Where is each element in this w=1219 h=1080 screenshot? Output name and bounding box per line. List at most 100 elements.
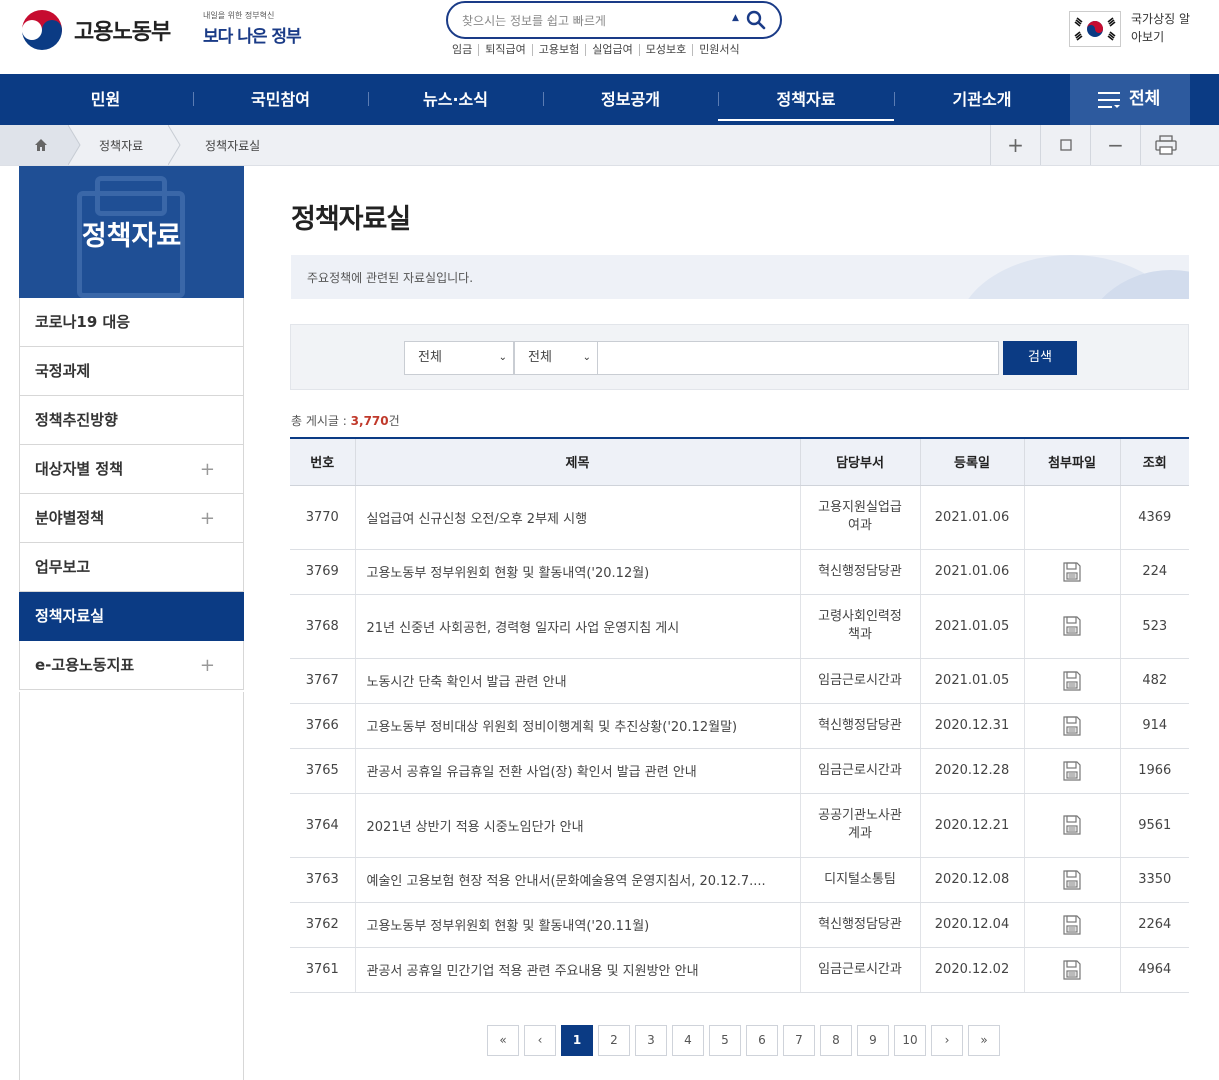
nav-item-info-disclosure[interactable]: 정보공개 bbox=[543, 74, 718, 125]
nav-item-civil-petition[interactable]: 민원 bbox=[18, 74, 193, 125]
page-button-5[interactable]: 5 bbox=[709, 1025, 741, 1056]
ministry-logo[interactable]: 고용노동부 bbox=[18, 6, 171, 54]
nav-item-news[interactable]: 뉴스·소식 bbox=[368, 74, 543, 125]
file-download-icon[interactable] bbox=[1062, 959, 1082, 980]
zoom-in-button[interactable]: + bbox=[990, 125, 1040, 165]
cell-title-link[interactable]: 2021년 상반기 적용 시중노임단가 안내 bbox=[355, 793, 801, 858]
search-field-select[interactable]: 전체 ⌄ bbox=[514, 341, 598, 375]
file-download-icon[interactable] bbox=[1062, 715, 1082, 736]
quick-links: 임금 퇴직급여 고용보험 실업급여 모성보호 민원서식 bbox=[452, 44, 746, 56]
sidebar-item-policy-archive[interactable]: 정책자료실 bbox=[19, 592, 244, 641]
cell-attachment[interactable] bbox=[1024, 703, 1121, 749]
cell-attachment[interactable] bbox=[1024, 857, 1121, 903]
cell-title-link[interactable]: 관공서 공휴일 민간기업 적용 관련 주요내용 및 지원방안 안내 bbox=[355, 947, 801, 993]
page-button-6[interactable]: 6 bbox=[746, 1025, 778, 1056]
cell-attachment[interactable] bbox=[1024, 658, 1121, 704]
search-dropdown-icon[interactable]: ▲ bbox=[732, 13, 739, 23]
nav-item-participation[interactable]: 국민참여 bbox=[193, 74, 368, 125]
file-download-icon[interactable] bbox=[1062, 561, 1082, 582]
zoom-out-button[interactable]: − bbox=[1090, 125, 1140, 165]
page-button-3[interactable]: 3 bbox=[635, 1025, 667, 1056]
sidebar-item-e-labor-index[interactable]: e-고용노동지표 + bbox=[19, 641, 244, 690]
sidebar-item-field-policy[interactable]: 분야별정책 + bbox=[19, 494, 244, 543]
sidebar-item-target-policy[interactable]: 대상자별 정책 + bbox=[19, 445, 244, 494]
cell-title-link[interactable]: 노동시간 단축 확인서 발급 관련 안내 bbox=[355, 658, 801, 704]
table-row[interactable]: 3769 고용노동부 정부위원회 현황 및 활동내역('20.12월) 혁신행정담당… bbox=[290, 549, 1189, 595]
breadcrumb-item-policy[interactable]: 정책자료 bbox=[99, 137, 143, 154]
table-row[interactable]: 3762 고용노동부 정부위원회 현황 및 활동내역('20.11월) 혁신행정담당… bbox=[290, 902, 1189, 948]
quick-link-wage[interactable]: 임금 bbox=[452, 44, 478, 56]
first-page-button[interactable]: « bbox=[487, 1025, 519, 1056]
quick-link-severance[interactable]: 퇴직급여 bbox=[478, 44, 531, 56]
global-search-input[interactable] bbox=[462, 11, 722, 31]
cell-dept: 임금근로시간과 bbox=[800, 947, 921, 993]
table-row[interactable]: 3770 실업급여 신규신청 오전/오후 2부제 시행 고용지원실업급여과 2021.… bbox=[290, 485, 1189, 550]
last-page-button[interactable]: » bbox=[968, 1025, 1000, 1056]
table-row[interactable]: 3768 21년 신중년 사회공헌, 경력형 일자리 사업 운영지침 게시 고령사회… bbox=[290, 594, 1189, 659]
national-symbol-link[interactable]: 국가상징 알아보기 bbox=[1131, 10, 1191, 46]
page-button-1[interactable]: 1 bbox=[561, 1025, 593, 1056]
taegukgi-icon bbox=[1070, 12, 1120, 46]
search-button[interactable]: 검색 bbox=[1003, 341, 1077, 375]
expand-plus-icon[interactable]: + bbox=[200, 641, 215, 690]
file-download-icon[interactable] bbox=[1062, 670, 1082, 691]
file-download-icon[interactable] bbox=[1062, 914, 1082, 935]
page-button-7[interactable]: 7 bbox=[783, 1025, 815, 1056]
table-row[interactable]: 3761 관공서 공휴일 민간기업 적용 관련 주요내용 및 지원방안 안내 임금근… bbox=[290, 947, 1189, 993]
cell-title-link[interactable]: 실업급여 신규신청 오전/오후 2부제 시행 bbox=[355, 485, 801, 550]
expand-plus-icon[interactable]: + bbox=[200, 494, 215, 543]
page-button-8[interactable]: 8 bbox=[820, 1025, 852, 1056]
zoom-reset-button[interactable] bbox=[1040, 125, 1090, 165]
cell-attachment[interactable] bbox=[1024, 594, 1121, 659]
search-scope-select[interactable]: 전체 ⌄ bbox=[404, 341, 514, 375]
print-button[interactable] bbox=[1140, 125, 1190, 165]
search-icon[interactable] bbox=[746, 10, 766, 30]
page-button-4[interactable]: 4 bbox=[672, 1025, 704, 1056]
sidebar-item-national-tasks[interactable]: 국정과제 bbox=[19, 347, 244, 396]
cell-title-link[interactable]: 고용노동부 정비대상 위원회 정비이행계획 및 추진상황('20.12월말) bbox=[355, 703, 801, 749]
cell-title-link[interactable]: 21년 신중년 사회공헌, 경력형 일자리 사업 운영지침 게시 bbox=[355, 594, 801, 659]
national-flag-icon[interactable] bbox=[1069, 11, 1121, 47]
quick-link-employment-insurance[interactable]: 고용보험 bbox=[531, 44, 585, 56]
cell-attachment[interactable] bbox=[1024, 549, 1121, 595]
cell-title-link[interactable]: 예술인 고용보험 현장 적용 안내서(문화예술용역 운영지침서, 20.12.7… bbox=[355, 857, 801, 903]
page-button-10[interactable]: 10 bbox=[894, 1025, 926, 1056]
sidebar-item-covid19[interactable]: 코로나19 대응 bbox=[19, 298, 244, 347]
sidebar-item-label: 분야별정책 bbox=[35, 509, 105, 527]
cell-attachment[interactable] bbox=[1024, 793, 1121, 858]
quick-link-maternity[interactable]: 모성보호 bbox=[638, 44, 692, 56]
nav-all-menu-button[interactable]: 전체 bbox=[1070, 74, 1190, 125]
sidebar-item-policy-direction[interactable]: 정책추진방향 bbox=[19, 396, 244, 445]
breadcrumb-home[interactable] bbox=[0, 125, 68, 165]
cell-title-link[interactable]: 관공서 공휴일 유급휴일 전환 사업(장) 확인서 발급 관련 안내 bbox=[355, 748, 801, 794]
quick-link-unemployment-benefit[interactable]: 실업급여 bbox=[585, 44, 638, 56]
file-download-icon[interactable] bbox=[1062, 760, 1082, 781]
quick-link-forms[interactable]: 민원서식 bbox=[692, 44, 745, 56]
cell-dept: 고용지원실업급여과 bbox=[800, 485, 921, 550]
breadcrumb-item-current[interactable]: 정책자료실 bbox=[205, 137, 260, 154]
next-page-button[interactable]: › bbox=[931, 1025, 963, 1056]
slogan-logo[interactable]: 내일을 위한 정부혁신 보다 나은 정부 bbox=[203, 8, 313, 54]
cell-number: 3767 bbox=[290, 658, 356, 704]
nav-item-policy-data[interactable]: 정책자료 bbox=[718, 74, 894, 125]
nav-item-about[interactable]: 기관소개 bbox=[894, 74, 1070, 125]
file-download-icon[interactable] bbox=[1062, 616, 1082, 636]
table-row[interactable]: 3766 고용노동부 정비대상 위원회 정비이행계획 및 추진상황('20.12월… bbox=[290, 703, 1189, 749]
sidebar-item-work-report[interactable]: 업무보고 bbox=[19, 543, 244, 592]
search-keyword-input[interactable] bbox=[597, 341, 999, 375]
file-download-icon[interactable] bbox=[1062, 869, 1082, 890]
cell-attachment[interactable] bbox=[1024, 902, 1121, 948]
cell-attachment[interactable] bbox=[1024, 947, 1121, 993]
table-row[interactable]: 3767 노동시간 단축 확인서 발급 관련 안내 임금근로시간과 2021.01.0… bbox=[290, 658, 1189, 704]
expand-plus-icon[interactable]: + bbox=[200, 445, 215, 494]
page-button-2[interactable]: 2 bbox=[598, 1025, 630, 1056]
table-row[interactable]: 3765 관공서 공휴일 유급휴일 전환 사업(장) 확인서 발급 관련 안내 임금… bbox=[290, 748, 1189, 794]
cell-title-link[interactable]: 고용노동부 정부위원회 현황 및 활동내역('20.12월) bbox=[355, 549, 801, 595]
cell-title-link[interactable]: 고용노동부 정부위원회 현황 및 활동내역('20.11월) bbox=[355, 902, 801, 948]
table-row[interactable]: 3763 예술인 고용보험 현장 적용 안내서(문화예술용역 운영지침서, 20.… bbox=[290, 857, 1189, 903]
table-row[interactable]: 3764 2021년 상반기 적용 시중노임단가 안내 공공기관노사관계과 2020.… bbox=[290, 793, 1189, 858]
cell-attachment[interactable] bbox=[1024, 748, 1121, 794]
page-button-9[interactable]: 9 bbox=[857, 1025, 889, 1056]
prev-page-button[interactable]: ‹ bbox=[524, 1025, 556, 1056]
file-download-icon[interactable] bbox=[1062, 815, 1082, 835]
